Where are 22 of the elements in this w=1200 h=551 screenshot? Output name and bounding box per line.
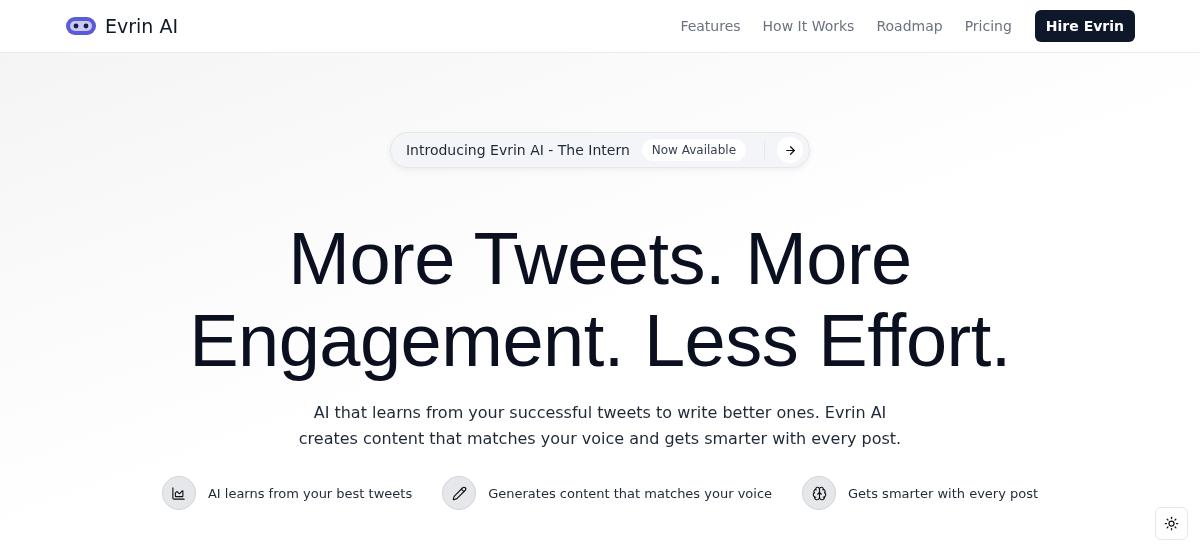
nav-link[interactable]: How It Works [762,18,855,34]
brand-name: Evrin AI [105,15,179,37]
feature-text: Gets smarter with every post [848,485,1039,501]
nav-link[interactable]: Roadmap [876,18,943,34]
feature-text: Generates content that matches your voice [488,485,773,501]
nav-link[interactable]: Features [680,18,741,34]
nav-link[interactable]: Pricing [964,18,1012,34]
status-badge: Now Available [641,139,747,161]
feature-text: AI learns from your best tweets [207,485,413,501]
chart-icon [161,476,196,510]
pencil-icon [442,476,477,510]
announcement-text: Introducing Evrin AI - The Intern [405,142,630,158]
announcement-pill[interactable]: Introducing Evrin AI - The Intern Now Available [389,132,811,168]
arrow-right-icon [783,143,797,157]
hero-headline: More Tweets. More Engagement. Less Effort. [188,218,1012,382]
sun-icon [1164,516,1179,531]
logo-icon [65,16,97,36]
brain-icon [802,476,837,510]
arrow-button[interactable] [777,137,804,163]
theme-toggle-button[interactable] [1155,507,1188,540]
hero-subtitle: AI that learns from your successful tweets to write better ones. Evrin AI creates content that matches your voice and gets smarter with every post. [297,402,903,450]
hire-button[interactable]: Hire Evrin [1034,10,1135,42]
